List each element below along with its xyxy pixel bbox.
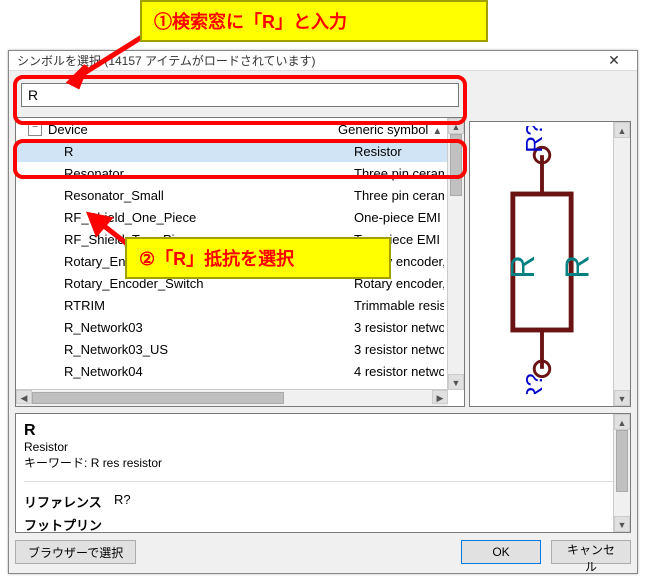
tree-row[interactable]: R_Network03 3 resistor netwo — [16, 316, 448, 338]
scroll-left-icon[interactable]: ◀ — [16, 390, 32, 404]
dialog-button-row: ブラウザーで選択 OK キャンセル — [15, 537, 631, 567]
svg-text:R: R — [559, 255, 596, 279]
row-desc: 3 resistor netwo — [354, 342, 444, 357]
svg-text:R?: R? — [521, 126, 547, 153]
annotation-callout-1: ①検索窓に「R」と入力 — [140, 0, 488, 42]
tree-row[interactable]: R_Network03_US 3 resistor netwo — [16, 338, 448, 360]
scroll-down-icon[interactable]: ▼ — [448, 374, 464, 390]
row-name: Resonator — [64, 166, 354, 181]
info-symbol-name: R — [24, 422, 622, 440]
sort-asc-icon: ▲ — [432, 126, 442, 137]
info-reference-label: リファレンス — [24, 492, 114, 511]
tree-row[interactable]: R Resistor — [16, 140, 448, 162]
tree-row[interactable]: Resonator Three pin ceram — [16, 162, 448, 184]
row-desc: 3 resistor netwo — [354, 320, 444, 335]
row-name: R_Network03_US — [64, 342, 354, 357]
svg-text:R: R — [504, 255, 541, 279]
collapse-icon[interactable]: − — [28, 122, 42, 136]
column-name-header: Device — [48, 122, 338, 137]
symbol-info-pane: R Resistor キーワード: R res resistor リファレンス … — [15, 413, 631, 533]
tree-row[interactable]: RTRIM Trimmable resis — [16, 294, 448, 316]
info-symbol-desc: Resistor — [24, 440, 622, 454]
row-desc: Three pin ceram — [354, 188, 444, 203]
preview-vertical-scrollbar[interactable]: ▲ ▼ — [613, 122, 630, 406]
scroll-thumb[interactable] — [32, 392, 284, 404]
row-desc: Resistor — [354, 144, 444, 159]
row-desc: Three pin ceram — [354, 166, 444, 181]
row-desc: One-piece EMI — [354, 210, 444, 225]
resistor-symbol-icon: R? R R R? — [474, 126, 610, 394]
column-desc-header: Generic symbol▲ — [338, 122, 444, 137]
scroll-up-icon[interactable]: ▲ — [614, 414, 630, 430]
ok-button[interactable]: OK — [461, 540, 541, 564]
cancel-button[interactable]: キャンセル — [551, 540, 631, 564]
scroll-thumb[interactable] — [450, 134, 462, 196]
tree-row[interactable]: R_Network04 4 resistor netwo — [16, 360, 448, 382]
symbol-chooser-dialog: シンボルを選択 (14157 アイテムがロードされています) ✕ − D — [8, 50, 638, 574]
info-footprint-label: フットプリント — [24, 515, 114, 533]
scroll-down-icon[interactable]: ▼ — [614, 390, 630, 406]
scroll-down-icon[interactable]: ▼ — [614, 516, 630, 532]
row-desc: Trimmable resis — [354, 298, 444, 313]
browser-select-button[interactable]: ブラウザーで選択 — [15, 540, 136, 564]
info-keywords: キーワード: R res resistor — [24, 454, 622, 471]
tree-horizontal-scrollbar[interactable]: ◀ ▶ — [16, 389, 448, 406]
row-name: Resonator_Small — [64, 188, 354, 203]
info-vertical-scrollbar[interactable]: ▲ ▼ — [613, 414, 630, 532]
info-reference-value: R? — [114, 492, 131, 511]
svg-text:R?: R? — [521, 373, 547, 394]
symbol-preview-pane: R? R R R? ▲ ▼ — [469, 121, 631, 407]
row-name: R_Network04 — [64, 364, 354, 379]
annotation-callout-2: ②「R」抵抗を選択 — [125, 237, 391, 279]
scroll-up-icon[interactable]: ▲ — [448, 118, 464, 134]
close-icon[interactable]: ✕ — [599, 52, 629, 69]
tree-vertical-scrollbar[interactable]: ▲ ▼ — [447, 118, 464, 390]
row-name: R — [64, 144, 354, 159]
scroll-right-icon[interactable]: ▶ — [432, 390, 448, 404]
tree-group-header[interactable]: − Device Generic symbol▲ — [16, 118, 448, 140]
scroll-thumb[interactable] — [616, 430, 628, 492]
scroll-up-icon[interactable]: ▲ — [614, 122, 630, 138]
row-name: RTRIM — [64, 298, 354, 313]
tree-row[interactable]: Resonator_Small Three pin ceram — [16, 184, 448, 206]
row-desc: 4 resistor netwo — [354, 364, 444, 379]
row-name: R_Network03 — [64, 320, 354, 335]
